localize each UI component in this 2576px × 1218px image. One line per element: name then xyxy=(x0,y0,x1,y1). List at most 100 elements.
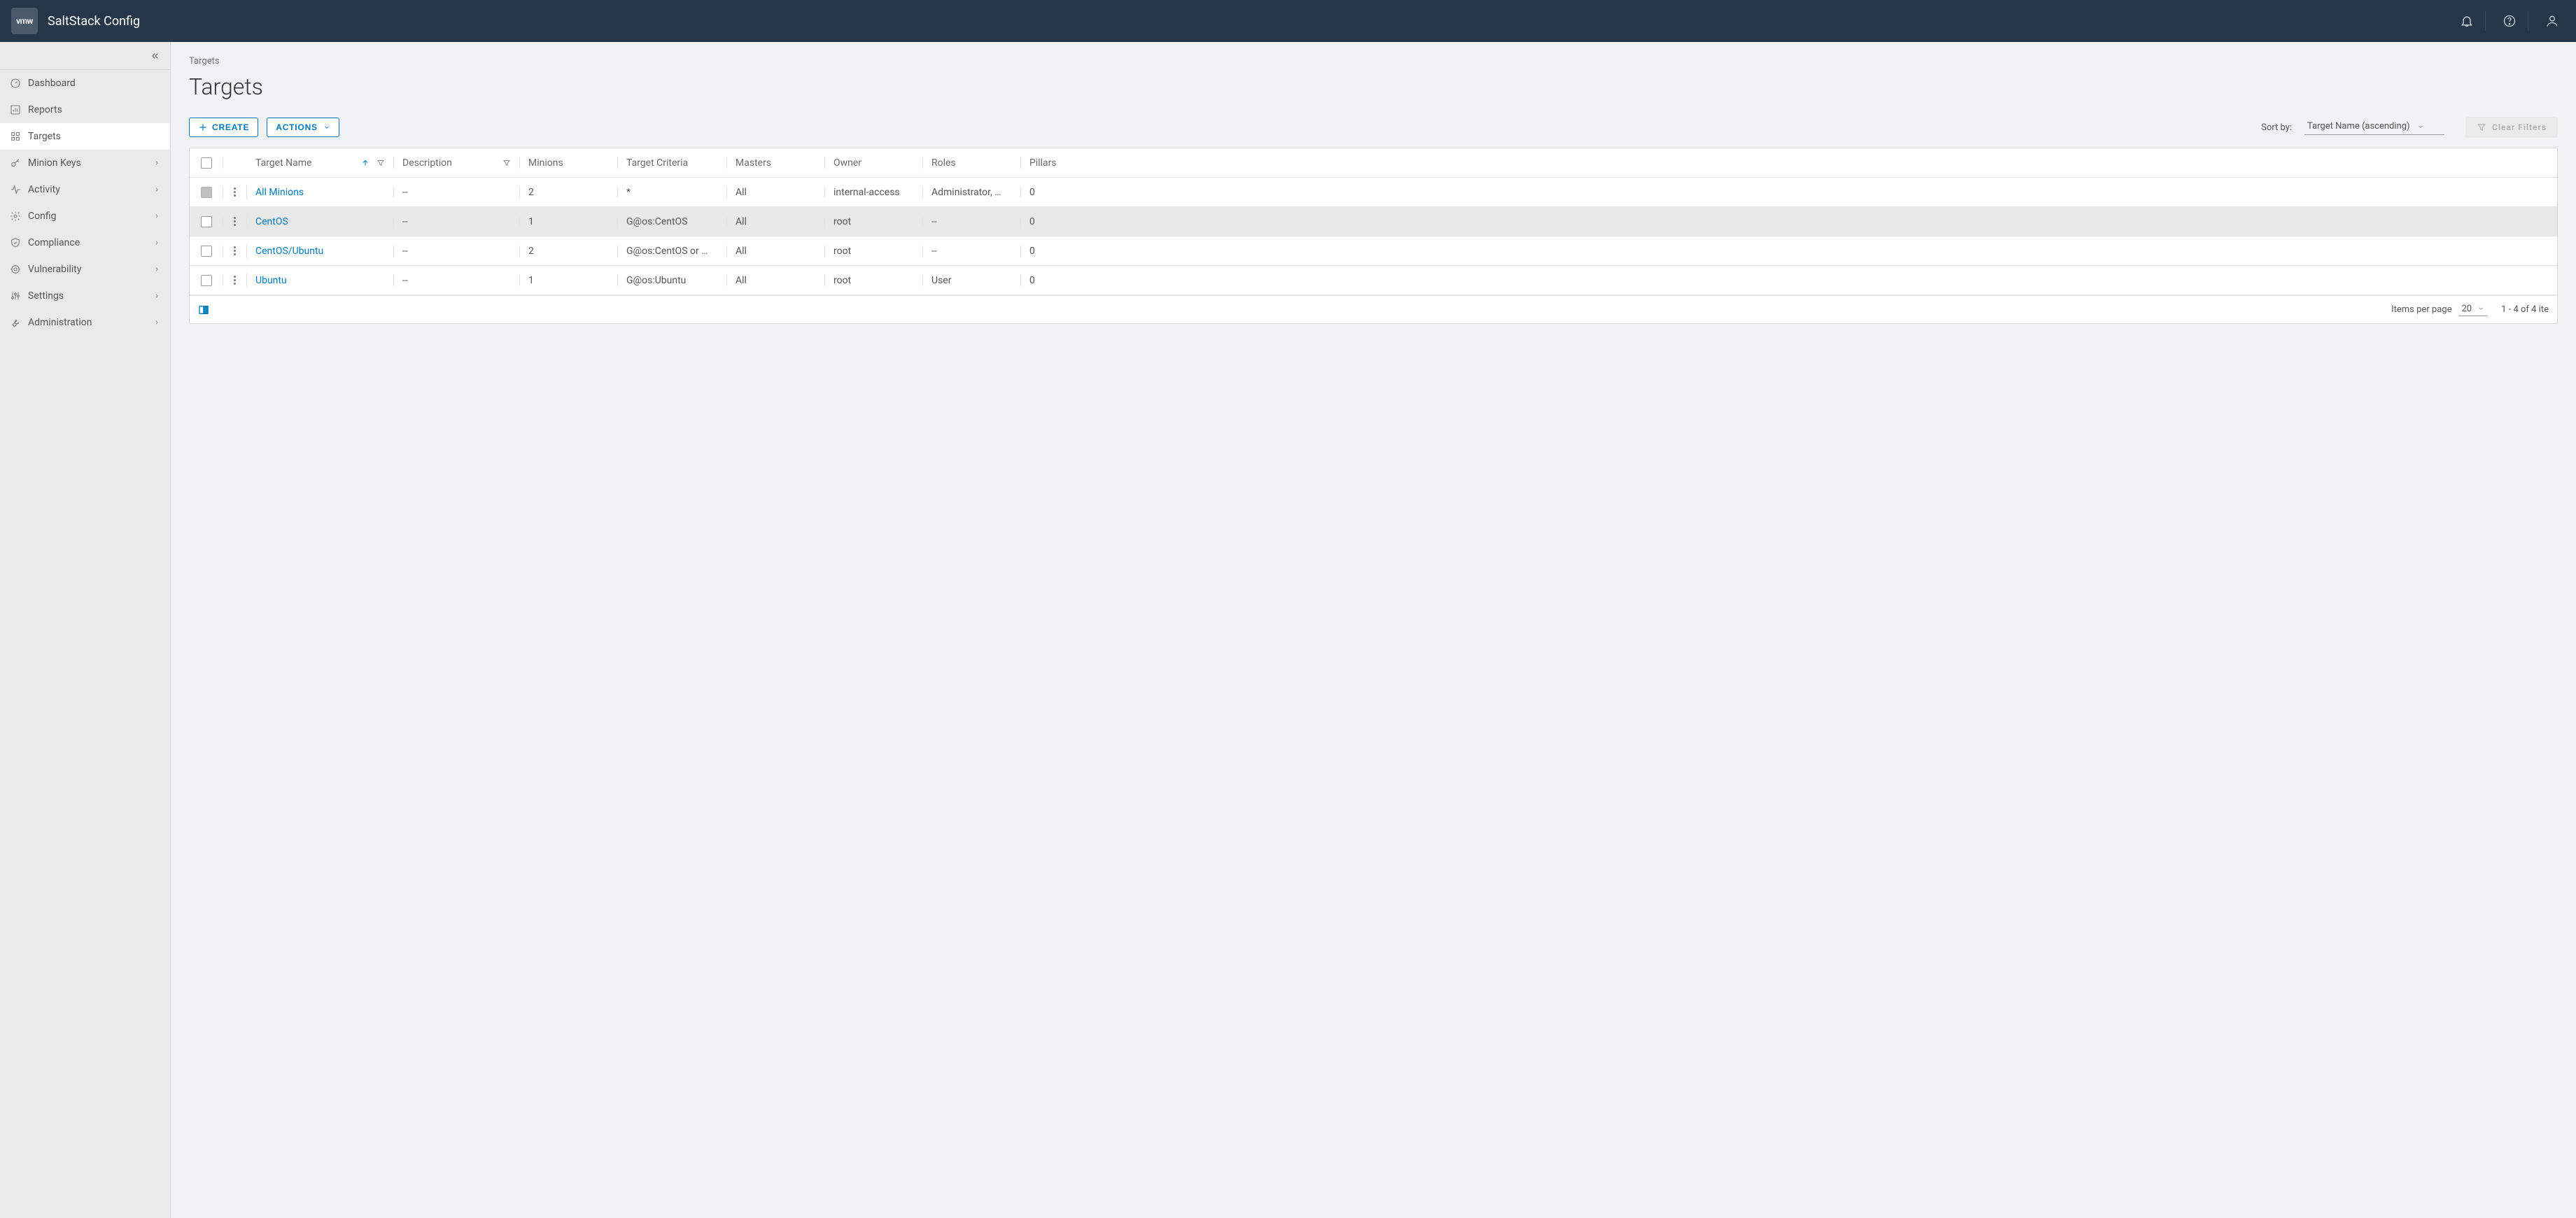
gauge-icon xyxy=(10,78,21,89)
pillars-cell: 0 xyxy=(1021,187,1091,198)
pillars-cell: 0 xyxy=(1021,246,1091,257)
column-picker-icon[interactable] xyxy=(198,304,209,316)
masters-cell: All xyxy=(727,216,825,227)
target-name-link[interactable]: CentOS/Ubuntu xyxy=(255,246,323,257)
chevron-right-icon xyxy=(153,213,160,220)
target-name-cell: CentOS xyxy=(247,216,394,227)
user-icon[interactable] xyxy=(2540,8,2565,34)
column-header-masters[interactable]: Masters xyxy=(727,157,825,169)
chevron-right-icon xyxy=(153,160,160,167)
column-header-owner[interactable]: Owner xyxy=(825,157,923,169)
sidebar-item-config[interactable]: Config xyxy=(0,203,170,229)
sidebar-item-activity[interactable]: Activity xyxy=(0,176,170,203)
sidebar-item-label: Targets xyxy=(28,131,160,142)
sidebar-item-vulnerability[interactable]: Vulnerability xyxy=(0,256,170,283)
sidebar-item-targets[interactable]: Targets xyxy=(0,123,170,150)
sidebar-item-administration[interactable]: Administration xyxy=(0,309,170,336)
collapse-sidebar-button[interactable] xyxy=(0,42,170,70)
roles-cell: -- xyxy=(923,246,1021,257)
column-header-name[interactable]: Target Name xyxy=(247,157,394,169)
chevron-down-icon xyxy=(2417,123,2424,130)
row-checkbox xyxy=(201,187,212,198)
description-cell: -- xyxy=(394,275,520,286)
grid-icon xyxy=(10,131,21,142)
sidebar: Dashboard Reports Targets Minion Keys Activi… xyxy=(0,42,171,1218)
clear-filters-button: Clear Filters xyxy=(2465,117,2558,138)
table-row[interactable]: CentOS--1G@os:CentOSAllroot--0 xyxy=(190,207,2557,236)
sort-asc-icon[interactable] xyxy=(361,159,369,167)
chevron-right-icon xyxy=(153,319,160,326)
column-header-minions[interactable]: Minions xyxy=(520,157,618,169)
row-checkbox[interactable] xyxy=(201,246,212,257)
brand-logo: vmw xyxy=(11,8,38,34)
sidebar-item-label: Activity xyxy=(28,184,146,195)
actions-button[interactable]: Actions xyxy=(267,118,339,137)
sidebar-item-settings[interactable]: Settings xyxy=(0,283,170,309)
sidebar-item-compliance[interactable]: Compliance xyxy=(0,229,170,256)
row-checkbox[interactable] xyxy=(201,275,212,286)
target-name-link[interactable]: CentOS xyxy=(255,216,288,227)
column-header-pillars[interactable]: Pillars xyxy=(1021,157,1091,169)
page-title: Targets xyxy=(189,73,2558,100)
row-select-cell xyxy=(190,216,223,227)
filter-icon[interactable] xyxy=(376,159,385,167)
target-name-cell: Ubuntu xyxy=(247,275,394,286)
app-title: SaltStack Config xyxy=(48,14,140,29)
table-row[interactable]: Ubuntu--1G@os:UbuntuAllrootUser0 xyxy=(190,266,2557,295)
pagination-range: 1 - 4 of 4 ite xyxy=(2501,304,2549,315)
sidebar-item-label: Minion Keys xyxy=(28,157,146,169)
minions-cell: 1 xyxy=(520,216,618,227)
sort-select[interactable]: Target Name (ascending) xyxy=(2304,120,2444,135)
notifications-icon[interactable] xyxy=(2454,8,2479,34)
row-actions-cell xyxy=(223,185,247,199)
row-actions-cell xyxy=(223,243,247,258)
minions-cell: 2 xyxy=(520,187,618,198)
items-per-page-select[interactable]: 20 xyxy=(2458,304,2487,316)
sidebar-item-reports[interactable]: Reports xyxy=(0,97,170,123)
description-cell: -- xyxy=(394,246,520,257)
target-icon xyxy=(10,264,21,275)
chevron-down-icon xyxy=(323,124,330,131)
pillars-cell: 0 xyxy=(1021,275,1091,286)
row-actions-cell xyxy=(223,273,247,288)
sidebar-item-label: Administration xyxy=(28,317,146,328)
column-header-description[interactable]: Description xyxy=(394,157,520,169)
target-name-link[interactable]: Ubuntu xyxy=(255,275,287,286)
target-name-cell: All Minions xyxy=(247,187,394,198)
chevron-right-icon xyxy=(153,266,160,273)
filter-icon[interactable] xyxy=(502,159,511,167)
description-cell: -- xyxy=(394,187,520,198)
kebab-icon[interactable] xyxy=(231,185,239,199)
target-name-link[interactable]: All Minions xyxy=(255,187,304,198)
sidebar-item-dashboard[interactable]: Dashboard xyxy=(0,70,170,97)
row-checkbox[interactable] xyxy=(201,216,212,227)
minions-cell: 2 xyxy=(520,246,618,257)
app-header: vmw SaltStack Config xyxy=(0,0,2576,42)
table-row[interactable]: All Minions--2*Allinternal-accessAdminis… xyxy=(190,178,2557,207)
kebab-icon[interactable] xyxy=(231,243,239,258)
column-header-criteria[interactable]: Target Criteria xyxy=(618,157,727,169)
create-button[interactable]: Create xyxy=(189,118,258,137)
help-icon[interactable] xyxy=(2497,8,2522,34)
breadcrumb: Targets xyxy=(189,56,2558,66)
key-icon xyxy=(10,157,21,169)
sidebar-item-minion-keys[interactable]: Minion Keys xyxy=(0,150,170,176)
sidebar-item-label: Config xyxy=(28,211,146,222)
table-row[interactable]: CentOS/Ubuntu--2G@os:CentOS or …Allroot-… xyxy=(190,236,2557,266)
sliders-icon xyxy=(10,290,21,302)
items-per-page-label: Items per page xyxy=(2391,304,2451,315)
main-content: Targets Targets Create Actions Sort by: xyxy=(171,42,2576,1218)
owner-cell: root xyxy=(825,246,923,257)
plus-icon xyxy=(198,122,208,132)
target-name-cell: CentOS/Ubuntu xyxy=(247,246,394,257)
kebab-icon[interactable] xyxy=(231,214,239,229)
sidebar-item-label: Settings xyxy=(28,290,146,302)
masters-cell: All xyxy=(727,187,825,198)
column-header-roles[interactable]: Roles xyxy=(923,157,1021,169)
roles-cell: User xyxy=(923,275,1021,286)
select-all-checkbox[interactable] xyxy=(201,157,212,169)
sidebar-item-label: Dashboard xyxy=(28,78,160,89)
chevron-right-icon xyxy=(153,292,160,299)
activity-icon xyxy=(10,184,21,195)
kebab-icon[interactable] xyxy=(231,273,239,288)
